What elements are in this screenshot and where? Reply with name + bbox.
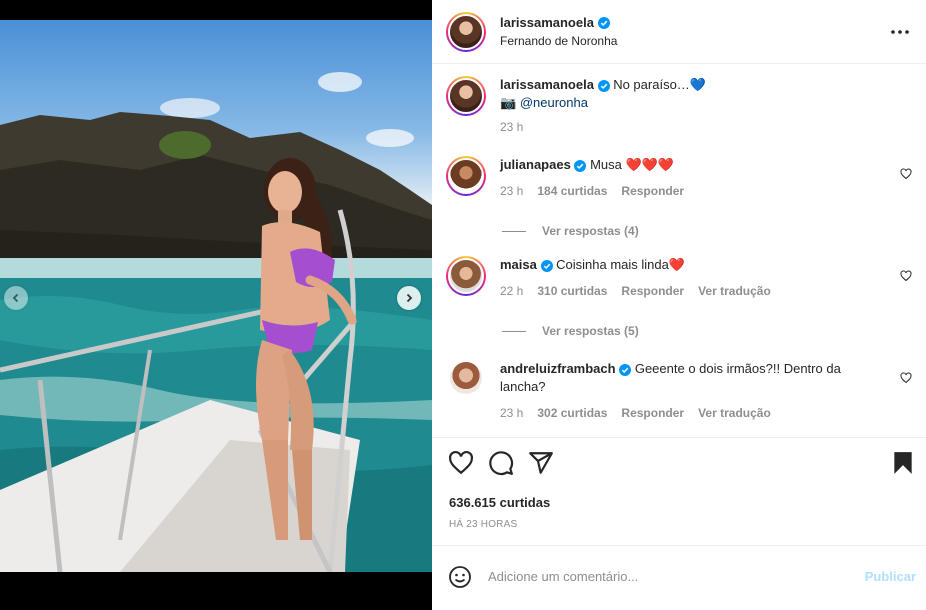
view-replies-button[interactable]: Ver respostas (4) xyxy=(502,224,639,238)
comment-composer: Publicar xyxy=(432,545,926,607)
red-hearts-emoji: ❤️❤️❤️ xyxy=(625,157,675,172)
comment-likes[interactable]: 184 curtidas xyxy=(537,182,607,200)
comment-time[interactable]: 23 h xyxy=(500,404,523,422)
reply-button[interactable]: Responder xyxy=(621,404,684,422)
translate-button[interactable]: Ver tradução xyxy=(698,404,771,422)
verified-badge-icon xyxy=(597,79,610,92)
comments-list[interactable]: larissamanoela No paraíso…💙 📷 @neuronha … xyxy=(432,64,926,438)
caption-mention-link[interactable]: @neuronha xyxy=(520,95,588,110)
post-sidebar: larissamanoela Fernando de Noronha laris… xyxy=(432,0,926,610)
view-replies-label: Ver respostas (4) xyxy=(542,224,639,238)
more-options-button[interactable] xyxy=(888,20,912,44)
like-comment-heart-icon[interactable] xyxy=(900,270,912,282)
comment-username[interactable]: maisa xyxy=(500,257,537,272)
post-timestamp[interactable]: HÁ 23 HORAS xyxy=(449,519,517,530)
previous-slide-button[interactable] xyxy=(4,286,28,310)
likes-count[interactable]: 636.615 curtidas xyxy=(449,495,550,510)
comment-text: Musa xyxy=(590,157,622,172)
comment-avatar[interactable] xyxy=(446,156,486,196)
camera-emoji: 📷 xyxy=(500,95,517,110)
more-dots-icon xyxy=(891,29,909,34)
red-heart-emoji: ❤️ xyxy=(668,257,686,272)
comment-item: andreluizframbach Geeente o dois irmãos?… xyxy=(446,360,912,422)
post-location[interactable]: Fernando de Noronha xyxy=(500,34,888,48)
chevron-left-icon xyxy=(12,293,19,303)
verified-badge-icon xyxy=(597,16,610,29)
comment-likes[interactable]: 310 curtidas xyxy=(537,282,607,300)
comment-item: maisa Coisinha mais linda❤️ 22 h 310 cur… xyxy=(446,256,912,300)
post-actions xyxy=(448,450,916,480)
view-replies-label: Ver respostas (5) xyxy=(542,324,639,338)
saved-bookmark-icon[interactable] xyxy=(890,450,916,476)
post-header: larissamanoela Fernando de Noronha xyxy=(432,0,926,64)
comment-username[interactable]: andreluizframbach xyxy=(500,361,616,376)
comment-input[interactable] xyxy=(488,569,865,584)
blue-heart-emoji: 💙 xyxy=(689,77,706,92)
author-avatar[interactable] xyxy=(446,11,486,52)
caption-username[interactable]: larissamanoela xyxy=(500,77,594,92)
share-paper-plane-icon[interactable] xyxy=(528,450,554,476)
reply-button[interactable]: Responder xyxy=(621,182,684,200)
author-info: larissamanoela Fernando de Noronha xyxy=(500,15,888,48)
verified-badge-icon xyxy=(574,159,587,172)
caption-avatar[interactable] xyxy=(446,76,486,116)
comment-time[interactable]: 23 h xyxy=(500,182,523,200)
comment-likes[interactable]: 302 curtidas xyxy=(537,404,607,422)
next-slide-button[interactable] xyxy=(397,286,421,310)
caption-text: No paraíso… xyxy=(613,77,690,92)
comment-item: julianapaes Musa ❤️❤️❤️ 23 h 184 curtida… xyxy=(446,156,912,200)
like-comment-heart-icon[interactable] xyxy=(900,168,912,180)
post-photo xyxy=(0,20,432,572)
comment-username[interactable]: julianapaes xyxy=(500,157,571,172)
view-replies-button[interactable]: Ver respostas (5) xyxy=(502,324,639,338)
chevron-right-icon xyxy=(406,293,413,303)
comment-time[interactable]: 22 h xyxy=(500,282,523,300)
comment-bubble-icon[interactable] xyxy=(488,450,514,476)
comment-text: Coisinha mais linda xyxy=(556,257,669,272)
publish-button[interactable]: Publicar xyxy=(865,569,916,584)
photo-illustration xyxy=(0,72,432,572)
author-username[interactable]: larissamanoela xyxy=(500,15,594,30)
verified-badge-icon xyxy=(619,363,632,376)
verified-badge-icon xyxy=(540,259,553,272)
like-comment-heart-icon[interactable] xyxy=(900,372,912,384)
translate-button[interactable]: Ver tradução xyxy=(698,282,771,300)
caption-time[interactable]: 23 h xyxy=(500,118,523,136)
like-heart-icon[interactable] xyxy=(448,450,474,476)
comment-avatar[interactable] xyxy=(446,256,486,296)
emoji-smiley-icon[interactable] xyxy=(448,565,472,589)
post-media xyxy=(0,0,432,610)
comment-avatar[interactable] xyxy=(450,362,482,394)
post-caption: larissamanoela No paraíso…💙 📷 @neuronha … xyxy=(446,76,912,136)
reply-button[interactable]: Responder xyxy=(621,282,684,300)
